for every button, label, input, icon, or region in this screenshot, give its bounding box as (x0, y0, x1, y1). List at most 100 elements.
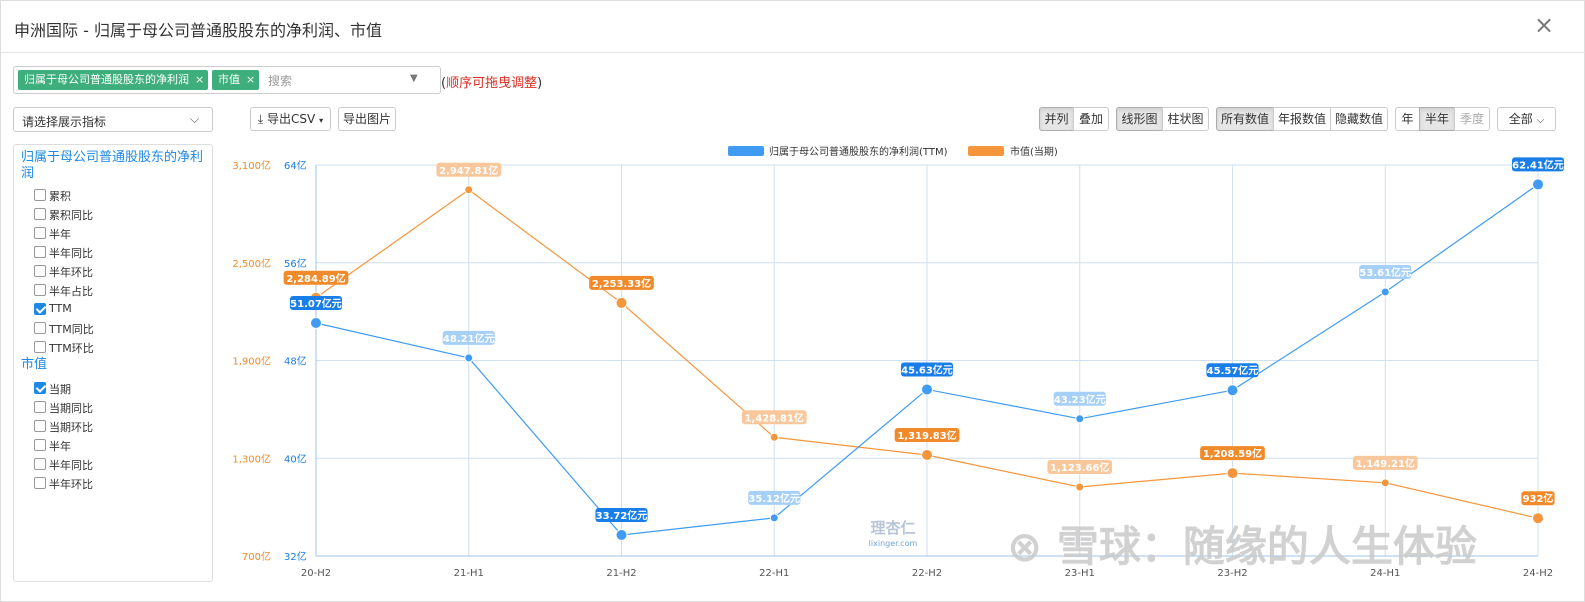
data-label: 62.41亿元 (1512, 158, 1564, 171)
data-point (1226, 467, 1239, 480)
period-year-button[interactable]: 年 (1395, 107, 1420, 131)
data-point (921, 383, 933, 396)
data-point (615, 296, 628, 309)
sidebar-option[interactable]: TTM (34, 301, 204, 317)
checkbox[interactable] (34, 477, 46, 489)
data-label: 2,947.81亿 (439, 164, 498, 177)
y-right-tick-label: 56亿 (284, 257, 307, 270)
drag-hint: (顺序可拖曳调整) (441, 76, 543, 91)
bar-chart-button[interactable]: 柱状图 (1162, 107, 1209, 131)
sidebar-option[interactable]: 累积 (34, 187, 204, 203)
indicator-dropdown[interactable]: 请选择展示指标 ⌵ (13, 107, 213, 132)
indicator-sidebar: 归属于母公司普通股股东的净利润 累积 累积同比 半年 半年同比 半年环比 半年占比 TTM TT… (13, 144, 213, 582)
checkbox[interactable] (34, 322, 46, 334)
option-label: 累积 (49, 190, 71, 203)
dropdown-label: 请选择展示指标 (22, 115, 107, 129)
sidebar-option[interactable]: 半年 (34, 225, 204, 241)
sidebar-group-label: 归属于母公司普通股股东的净利润 (21, 150, 204, 181)
line-chart: 3,100亿 64亿 2,500亿 56亿 1,900亿 48亿 1,300亿 40亿 700亿… (232, 145, 1565, 579)
checkbox[interactable] (34, 401, 46, 413)
data-point (1075, 414, 1085, 424)
annual-values-button[interactable]: 年报数值 (1273, 107, 1331, 131)
data-point (615, 528, 628, 541)
sidebar-option[interactable]: 当期同比 (34, 399, 204, 415)
caret-down-icon[interactable]: ▼ (410, 73, 418, 84)
data-point (464, 185, 474, 195)
y-right-tick-label: 48亿 (284, 355, 307, 368)
legend-swatch (728, 146, 764, 156)
sidebar-option[interactable]: TTM环比 (34, 339, 204, 355)
sidebar-option[interactable]: 半年 (34, 437, 204, 453)
data-label: 53.61亿元 (1359, 266, 1411, 279)
y-left-tick-label: 1,900亿 (232, 355, 271, 368)
checkbox[interactable] (34, 341, 46, 353)
checkbox[interactable] (34, 382, 46, 394)
modal-title: 申洲国际 - 归属于母公司普通股股东的净利润、市值 (14, 21, 382, 40)
tag-label: 市值 (218, 73, 240, 86)
sidebar-option[interactable]: TTM同比 (34, 320, 204, 336)
checkbox[interactable] (34, 420, 46, 432)
y-left-tick-label: 3,100亿 (232, 159, 271, 172)
sidebar-option[interactable]: 累积同比 (34, 206, 204, 222)
checkbox[interactable] (34, 189, 46, 201)
data-label: 2,284.89亿 (286, 272, 345, 285)
line-chart-button[interactable]: 线形图 (1116, 107, 1163, 131)
data-point (1532, 178, 1544, 191)
y-left-tick-label: 2,500亿 (232, 257, 271, 270)
option-label: 半年 (49, 228, 71, 241)
option-label: TTM环比 (49, 342, 94, 355)
data-point (1226, 384, 1239, 397)
data-label: 1,428.81亿 (745, 411, 804, 424)
option-label: 当期环比 (49, 421, 93, 434)
indicator-selector[interactable]: 归属于母公司普通股股东的净利润 × 市值 × 搜索 ▼ (13, 66, 441, 94)
watermark-url: lixinger.com (869, 539, 918, 548)
y-left-tick-label: 700亿 (242, 550, 271, 563)
checkbox[interactable] (34, 208, 46, 220)
range-dropdown[interactable]: 全部 ⌵ (1497, 107, 1556, 131)
checkbox[interactable] (34, 458, 46, 470)
checkbox[interactable] (34, 227, 46, 239)
checkbox[interactable] (34, 265, 46, 277)
export-csv-button[interactable]: ⤓ 导出CSV ▾ (250, 107, 331, 131)
data-point (464, 353, 474, 363)
data-label: 51.07亿元 (290, 297, 342, 310)
remove-tag-icon[interactable]: × (195, 70, 204, 90)
chevron-down-icon: ⌵ (190, 112, 200, 126)
sidebar-group-label: 市值 (21, 357, 48, 372)
chart-modal: 申洲国际 - 归属于母公司普通股股东的净利润、市值 × 归属于母公司普通股股东的… (0, 0, 1585, 602)
data-label: 48.21亿元 (443, 332, 495, 345)
modal-header: 申洲国际 - 归属于母公司普通股股东的净利润、市值 × (1, 1, 1585, 53)
data-label: 43.23亿元 (1054, 393, 1106, 406)
hide-values-button[interactable]: 隐藏数值 (1330, 107, 1388, 131)
option-label: 累积同比 (49, 209, 93, 222)
data-label: 35.12亿元 (748, 492, 800, 505)
export-image-button[interactable]: 导出图片 (338, 107, 396, 131)
option-label: TTM同比 (49, 323, 94, 336)
sidebar-option[interactable]: 半年占比 (34, 282, 204, 298)
search-input[interactable]: 搜索 (268, 72, 292, 89)
checkbox[interactable] (34, 284, 46, 296)
close-icon[interactable]: × (1533, 13, 1555, 37)
sidebar-option[interactable]: 半年环比 (34, 475, 204, 491)
remove-tag-icon[interactable]: × (246, 70, 255, 90)
checkbox[interactable] (34, 246, 46, 258)
sidebar-option[interactable]: 半年同比 (34, 456, 204, 472)
data-label: 2,253.33亿 (592, 277, 651, 290)
option-label: 半年环比 (49, 266, 93, 279)
layout-stack-button[interactable]: 叠加 (1073, 107, 1109, 131)
checkbox[interactable] (34, 439, 46, 451)
period-half-button[interactable]: 半年 (1419, 107, 1455, 131)
all-values-button[interactable]: 所有数值 (1216, 107, 1274, 131)
legend-swatch (968, 146, 1004, 156)
sidebar-option[interactable]: 当期环比 (34, 418, 204, 434)
option-label: 半年同比 (49, 247, 93, 260)
period-quarter-button[interactable]: 季度 (1454, 107, 1490, 131)
sidebar-option[interactable]: 半年环比 (34, 263, 204, 279)
option-label: 半年 (49, 440, 71, 453)
sidebar-option[interactable]: 半年同比 (34, 244, 204, 260)
checkbox[interactable] (34, 303, 46, 315)
layout-parallel-button[interactable]: 并列 (1039, 107, 1074, 131)
sidebar-option[interactable]: 当期 (34, 380, 204, 396)
data-label: 45.57亿元 (1207, 364, 1259, 377)
data-label: 932亿 (1523, 492, 1554, 505)
